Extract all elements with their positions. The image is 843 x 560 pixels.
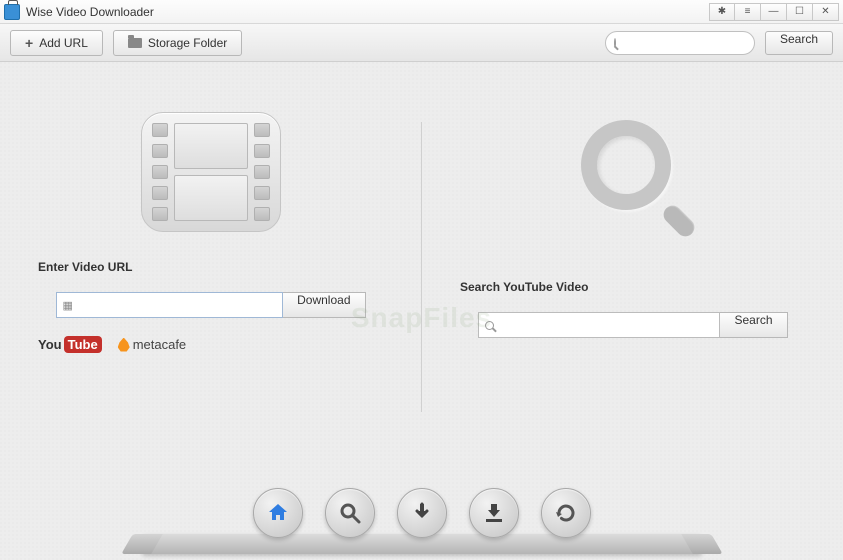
magnifier-icon	[563, 112, 703, 252]
provider-logos: YouTube metacafe	[38, 336, 186, 353]
download-arrow-icon	[410, 501, 434, 525]
dock-refresh-button[interactable]	[541, 488, 591, 538]
search-youtube-button-label: Search	[734, 313, 772, 327]
refresh-icon	[554, 501, 578, 525]
add-url-button[interactable]: + Add URL	[10, 30, 103, 56]
download-button[interactable]: Download	[283, 292, 365, 318]
dock-home-button[interactable]	[253, 488, 303, 538]
window-controls: ✱ ≡ — ☐ ✕	[709, 3, 839, 21]
search-icon	[338, 501, 362, 525]
toolbar: + Add URL Storage Folder Search	[0, 24, 843, 62]
metacafe-text: metacafe	[133, 337, 186, 352]
flame-icon	[118, 338, 130, 352]
search-youtube-label: Search YouTube Video	[460, 280, 588, 294]
toolbar-search-button[interactable]: Search	[765, 31, 833, 55]
metacafe-logo: metacafe	[118, 337, 186, 352]
maximize-button[interactable]: ☐	[787, 3, 813, 21]
youtube-logo: YouTube	[38, 336, 102, 353]
home-icon	[266, 501, 290, 525]
download-button-label: Download	[297, 293, 350, 307]
search-input-row: Search	[478, 312, 788, 338]
dock	[253, 488, 591, 538]
search-youtube-button[interactable]: Search	[720, 312, 787, 338]
toolbar-search-button-label: Search	[780, 32, 818, 46]
storage-folder-button[interactable]: Storage Folder	[113, 30, 242, 56]
toolbar-search-box[interactable]	[605, 31, 755, 55]
youtube-you: You	[38, 337, 62, 352]
video-clip-icon: ▦	[63, 299, 73, 312]
plus-icon: +	[25, 35, 33, 51]
youtube-tube: Tube	[64, 336, 102, 353]
url-input[interactable]	[79, 298, 282, 312]
download-to-tray-icon	[482, 501, 506, 525]
storage-folder-label: Storage Folder	[148, 36, 227, 50]
app-title: Wise Video Downloader	[26, 5, 709, 19]
dock-download-tray-button[interactable]	[469, 488, 519, 538]
url-input-row: ▦ Download	[56, 292, 366, 318]
main-area: SnapFiles Enter Video URL ▦ Download You…	[0, 62, 843, 560]
toolbar-search-input[interactable]	[616, 37, 770, 49]
folder-icon	[128, 38, 142, 48]
close-button[interactable]: ✕	[813, 3, 839, 21]
search-icon	[614, 38, 616, 48]
youtube-search-input[interactable]	[500, 318, 720, 332]
search-input-field[interactable]	[478, 312, 721, 338]
url-input-field[interactable]: ▦	[56, 292, 284, 318]
enter-url-label: Enter Video URL	[38, 260, 132, 274]
settings-gear-icon[interactable]: ✱	[709, 3, 735, 21]
dock-search-button[interactable]	[325, 488, 375, 538]
app-logo-icon	[4, 4, 20, 20]
titlebar: Wise Video Downloader ✱ ≡ — ☐ ✕	[0, 0, 843, 24]
minimize-button[interactable]: —	[761, 3, 787, 21]
menu-icon[interactable]: ≡	[735, 3, 761, 21]
film-icon	[141, 112, 281, 232]
dock-download-button[interactable]	[397, 488, 447, 538]
search-icon	[485, 321, 494, 330]
add-url-label: Add URL	[39, 36, 88, 50]
